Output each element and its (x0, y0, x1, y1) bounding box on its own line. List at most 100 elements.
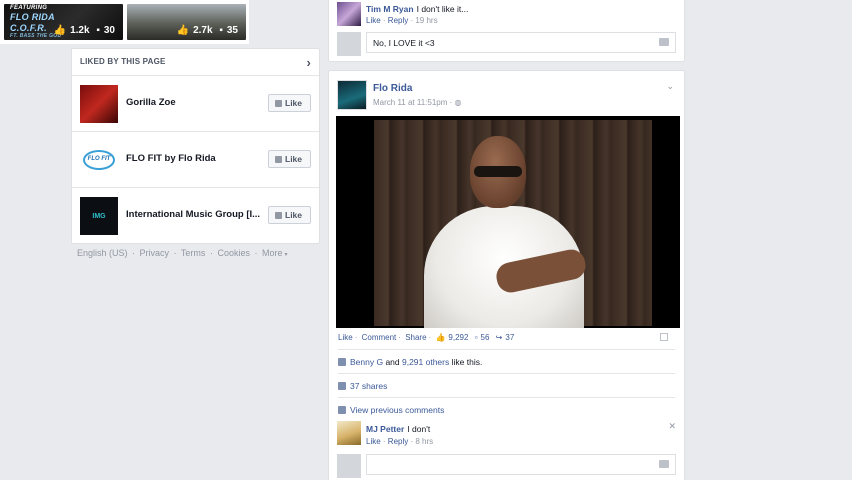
page-name[interactable]: Flo Rida (373, 83, 412, 94)
liker-name-link[interactable]: Benny G (350, 357, 383, 367)
thumbs-up-icon (338, 358, 346, 366)
comment-time[interactable]: 19 hrs (415, 16, 437, 25)
previous-post-comments: Tim M Ryan I don't like it... Like · Rep… (328, 0, 685, 62)
liked-page-item[interactable]: FLO FIT FLO FIT by Flo Rida Like (72, 132, 319, 188)
camera-icon[interactable] (659, 38, 669, 46)
like-button[interactable]: Like (268, 150, 311, 168)
like-button-label: Like (285, 98, 303, 108)
likes-count[interactable]: 9,292 (448, 333, 468, 342)
like-count-icon: 👍 (53, 25, 67, 36)
comment-text: I don't like it... (416, 4, 469, 14)
footer-links: English (US) · Privacy · Terms · Cookies… (77, 248, 290, 258)
comment-author[interactable]: MJ Petter (366, 424, 404, 434)
likes-summary-text: and (383, 357, 402, 367)
liked-by-title: LIKED BY THIS PAGE (80, 57, 166, 66)
chevron-right-icon[interactable]: › (306, 55, 311, 70)
view-previous-comments[interactable]: View previous comments (338, 405, 444, 415)
thumbs-up-icon (275, 156, 282, 163)
liked-by-header[interactable]: LIKED BY THIS PAGE › (72, 49, 319, 76)
post-comment-link[interactable]: Comment (362, 333, 397, 342)
video-subject-sunglasses (474, 166, 522, 177)
like-button[interactable]: Like (268, 94, 311, 112)
footer-more-link[interactable]: More (262, 248, 283, 258)
photo-overlay-sub: C.O.F.R. (10, 23, 47, 33)
like-button-label: Like (285, 210, 303, 220)
like-button-label: Like (285, 154, 303, 164)
page-thumbnail[interactable] (80, 85, 118, 123)
thumbs-up-icon (275, 212, 282, 219)
photo-thumbnail[interactable]: 👍 2.7k ▪ 35 (127, 4, 246, 40)
shares-count[interactable]: 37 (505, 333, 514, 342)
comments-count[interactable]: 56 (481, 333, 490, 342)
liked-page-item[interactable]: IMG International Music Group [I... Like (72, 188, 319, 244)
comment-body: Tim M Ryan I don't like it... (366, 3, 468, 15)
photo-thumbnail[interactable]: FEATURING FLO RIDA C.O.F.R. FT. BASS THE… (4, 4, 123, 40)
commenter-avatar[interactable] (337, 421, 361, 445)
others-link[interactable]: 9,291 others (402, 357, 449, 367)
post-timestamp: March 11 at 11:51pm · ◍ (373, 98, 462, 107)
photos-strip: FEATURING FLO RIDA C.O.F.R. FT. BASS THE… (0, 0, 249, 44)
commenter-avatar[interactable] (337, 2, 361, 26)
view-previous-label[interactable]: View previous comments (350, 405, 444, 415)
liked-page-name[interactable]: FLO FIT by Flo Rida (126, 153, 266, 164)
footer-separator: · (132, 248, 136, 258)
flo-fit-logo: FLO FIT (83, 150, 115, 170)
post-like-link[interactable]: Like (338, 333, 353, 342)
like-button[interactable]: Like (268, 206, 311, 224)
photo-comments: 30 (103, 25, 115, 36)
comment-reply-link[interactable]: Reply (388, 437, 408, 446)
comment-author[interactable]: Tim M Ryan (366, 4, 414, 14)
divider (338, 373, 675, 374)
chevron-down-icon[interactable]: ⌄ (666, 81, 674, 92)
page-thumbnail[interactable]: FLO FIT (80, 141, 118, 179)
post-time-link[interactable]: March 11 at 11:51pm (373, 98, 447, 107)
photo-comments: 35 (226, 25, 238, 36)
footer-privacy-link[interactable]: Privacy (140, 248, 170, 258)
comment-count-icon: ▪ (219, 25, 223, 36)
comment-like-link[interactable]: Like (366, 16, 381, 25)
page-thumbnail[interactable]: IMG (80, 197, 118, 235)
footer-separator: · (209, 248, 213, 258)
photo-likes: 1.2k (70, 25, 90, 36)
page-avatar[interactable] (337, 80, 367, 110)
comment-meta: Like · Reply · 19 hrs (366, 16, 438, 25)
footer-cookies-link[interactable]: Cookies (217, 248, 250, 258)
comment-text: I don't (407, 424, 431, 434)
footer-separator: · (173, 248, 177, 258)
likes-count-icon: 👍 (435, 333, 446, 342)
comment-input[interactable]: No, I LOVE it <3 (366, 32, 676, 53)
close-icon[interactable]: ✕ (668, 421, 676, 432)
comment-input[interactable] (366, 454, 676, 475)
comment-count-icon: ▪ (96, 25, 100, 36)
post-card: Flo Rida March 11 at 11:51pm · ◍ ⌄ Like ·… (328, 70, 685, 480)
comment-icon (338, 406, 346, 414)
thumbs-up-icon (275, 100, 282, 107)
likes-summary-text: like this. (449, 357, 483, 367)
divider (338, 397, 675, 398)
comment-input-value: No, I LOVE it <3 (373, 38, 435, 48)
liked-page-item[interactable]: Gorilla Zoe Like (72, 76, 319, 132)
footer-terms-link[interactable]: Terms (181, 248, 206, 258)
photo-likes: 2.7k (193, 25, 213, 36)
video-player[interactable] (336, 116, 680, 328)
camera-icon[interactable] (659, 460, 669, 468)
my-avatar (337, 454, 361, 478)
comments-count-icon: ▫ (474, 333, 478, 342)
comment-time[interactable]: 8 hrs (415, 437, 433, 446)
post-share-link[interactable]: Share (405, 333, 426, 342)
photo-stats: 👍 2.7k ▪ 35 (173, 25, 238, 36)
liked-page-name[interactable]: International Music Group [I... (126, 209, 266, 220)
liked-page-name[interactable]: Gorilla Zoe (126, 97, 266, 108)
footer-language-link[interactable]: English (US) (77, 248, 128, 258)
globe-icon: ◍ (454, 98, 462, 107)
comment-body: MJ Petter I don't (366, 423, 430, 435)
photo-overlay-top: FEATURING (10, 5, 48, 11)
dropdown-caret-icon[interactable]: ▾ (285, 252, 288, 258)
comment-reply-link[interactable]: Reply (388, 16, 408, 25)
shares-link[interactable]: 37 shares (350, 381, 387, 391)
img-logo: IMG (92, 213, 106, 220)
share-icon (338, 382, 346, 390)
shares-summary: 37 shares (338, 381, 387, 391)
flag-icon[interactable] (660, 333, 668, 341)
comment-like-link[interactable]: Like (366, 437, 381, 446)
